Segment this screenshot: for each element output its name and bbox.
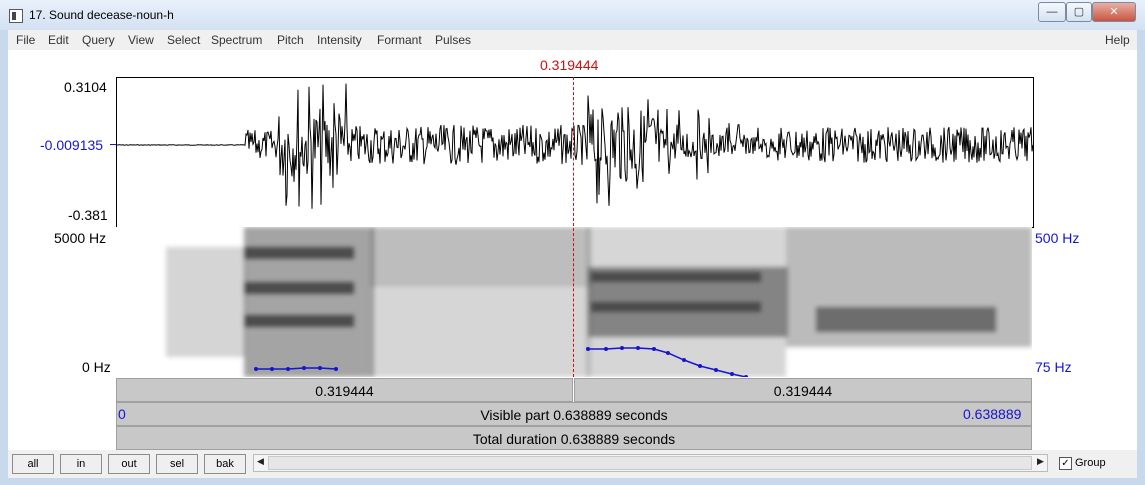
waveform-panel[interactable] <box>116 77 1034 228</box>
window-title: 17. Sound decease-noun-h <box>29 8 174 22</box>
waveform-mid-label: -0.009135 <box>40 137 104 153</box>
menu-select[interactable]: Select <box>167 33 200 47</box>
waveform-svg <box>117 83 1034 209</box>
waveform-max-label: 0.3104 <box>64 79 107 95</box>
segment-left-label: 0.319444 <box>315 383 374 399</box>
segment-right-bar[interactable]: 0.319444 <box>574 378 1032 402</box>
total-duration-bar[interactable]: Total duration 0.638889 seconds <box>116 426 1032 450</box>
visible-start-label: 0 <box>118 406 126 422</box>
menu-help[interactable]: Help <box>1105 33 1130 47</box>
segment-left-bar[interactable]: 0.319444 <box>116 378 573 402</box>
maximize-button[interactable]: ▢ <box>1066 2 1092 22</box>
pitch-point <box>682 358 686 362</box>
pitch-bottom-label: 75 Hz <box>1035 359 1072 375</box>
visible-part-label: Visible part 0.638889 seconds <box>480 407 668 423</box>
menu-pitch[interactable]: Pitch <box>277 33 304 47</box>
pitch-top-label: 500 Hz <box>1035 230 1080 246</box>
pitch-point <box>286 367 290 371</box>
scroll-left-arrow-icon[interactable]: ◀ <box>257 456 264 467</box>
waveform-trace <box>117 83 1034 209</box>
waveform-min-label: -0.381 <box>68 207 108 223</box>
pitch-point <box>334 367 338 371</box>
spectrogram-texture <box>166 227 1032 377</box>
visible-end-label: 0.638889 <box>963 406 1022 422</box>
segment-right-label: 0.319444 <box>773 383 833 399</box>
menu-edit[interactable]: Edit <box>48 33 69 47</box>
minimize-button[interactable]: — <box>1038 2 1066 22</box>
app-icon <box>9 9 23 23</box>
close-button[interactable]: ✕ <box>1092 2 1136 22</box>
scroll-right-arrow-icon[interactable]: ▶ <box>1037 456 1044 467</box>
menu-bar: File Edit Query View Select Spectrum Pit… <box>8 30 1137 51</box>
scrollbar-thumb[interactable] <box>268 456 1032 470</box>
pitch-point <box>652 347 656 351</box>
pitch-point <box>254 367 258 371</box>
pitch-point <box>302 366 306 370</box>
group-checkbox[interactable]: ✓ <box>1059 457 1072 470</box>
pitch-point <box>714 368 718 372</box>
pitch-point <box>318 366 322 370</box>
spectrogram-panel[interactable] <box>116 227 1032 377</box>
zoom-selection-button[interactable]: sel <box>156 454 198 474</box>
pitch-point <box>636 346 640 350</box>
spectrogram-bottom-label: 0 Hz <box>82 359 111 375</box>
spectrogram-top-label: 5000 Hz <box>54 230 107 246</box>
menu-formant[interactable]: Formant <box>377 33 422 47</box>
pitch-point <box>604 347 608 351</box>
visible-part-bar[interactable]: Visible part 0.638889 seconds <box>116 402 1032 426</box>
menu-view[interactable]: View <box>128 33 154 47</box>
spectrogram-svg <box>166 227 1032 377</box>
zoom-back-button[interactable]: bak <box>204 454 246 474</box>
pitch-point <box>620 346 624 350</box>
pitch-point <box>698 364 702 368</box>
menu-file[interactable]: File <box>16 33 35 47</box>
pitch-point <box>666 351 670 355</box>
total-duration-label: Total duration 0.638889 seconds <box>472 431 676 447</box>
cursor-line[interactable] <box>573 77 574 377</box>
pitch-point <box>586 347 590 351</box>
zoom-in-button[interactable]: in <box>60 454 102 474</box>
menu-spectrum[interactable]: Spectrum <box>211 33 262 47</box>
cursor-time-label: 0.319444 <box>540 57 599 73</box>
menu-intensity[interactable]: Intensity <box>317 33 362 47</box>
pitch-point <box>730 372 734 376</box>
menu-pulses[interactable]: Pulses <box>435 33 471 47</box>
group-label: Group <box>1075 457 1106 469</box>
menu-query[interactable]: Query <box>82 33 115 47</box>
zoom-all-button[interactable]: all <box>12 454 54 474</box>
pitch-point <box>270 367 274 371</box>
zoom-out-button[interactable]: out <box>108 454 150 474</box>
